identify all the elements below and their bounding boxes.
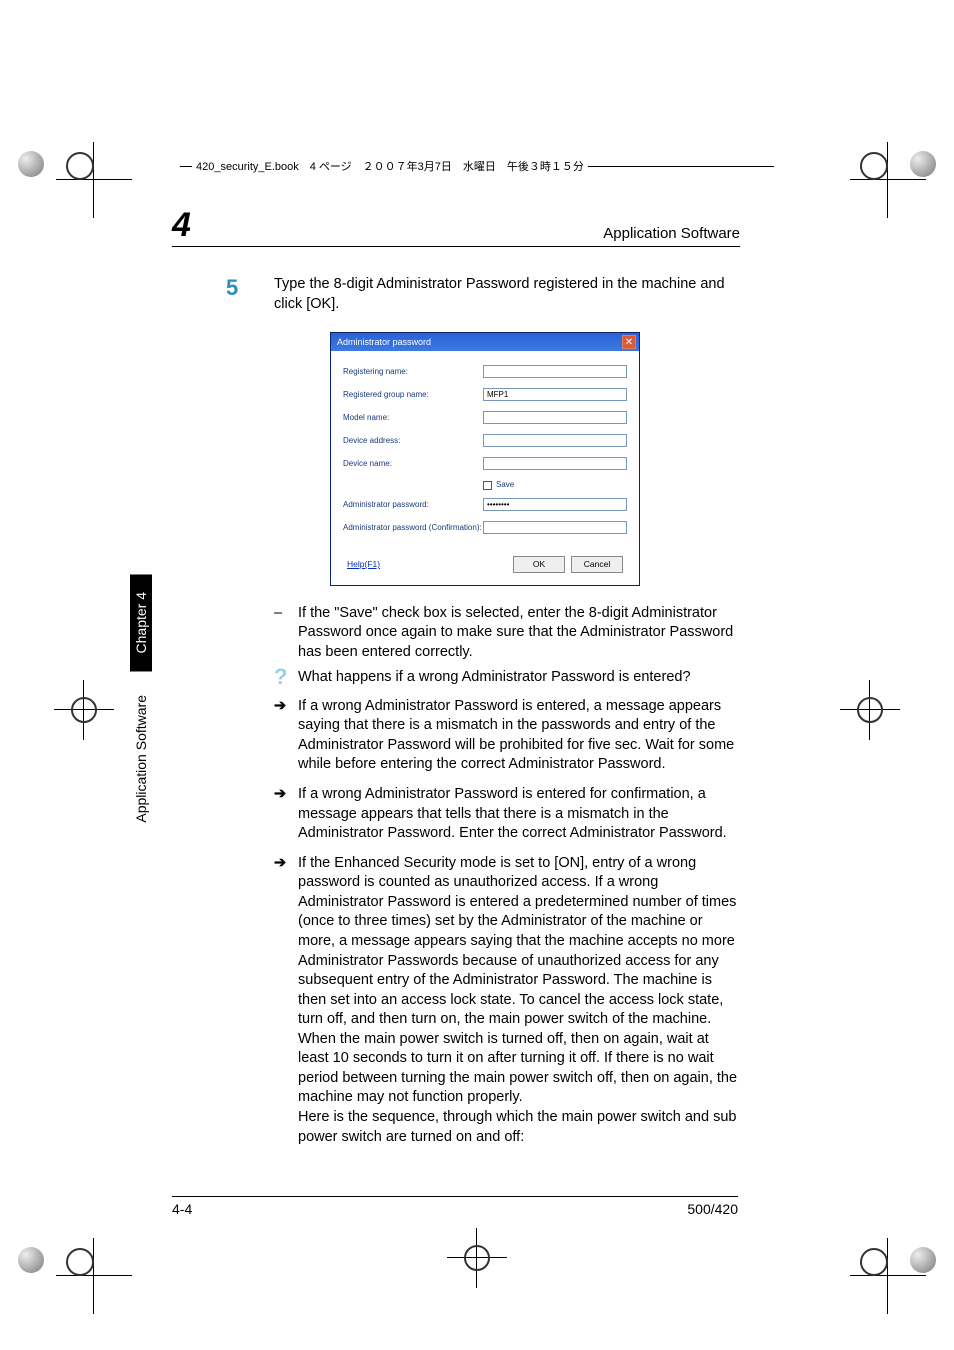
crop-mark-icon [62,1244,98,1280]
footer-model: 500/420 [687,1201,738,1217]
admin-pw-label: Administrator password: [343,500,483,509]
bullet-text: If the Enhanced Security mode is set to … [298,854,740,1147]
center-mark-icon [64,690,104,730]
registered-group-input[interactable]: MFP1 [483,388,627,401]
bullet-text: What happens if a wrong Administrator Pa… [298,668,691,691]
registered-group-label: Registered group name: [343,390,483,399]
device-address-label: Device address: [343,436,483,445]
registering-name-input[interactable] [483,365,627,378]
model-name-label: Model name: [343,413,483,422]
admin-pw-input[interactable]: •••••••• [483,498,627,511]
chapter-number: 4 [172,208,191,242]
help-link[interactable]: Help(F1) [347,559,380,569]
bullet-text: If a wrong Administrator Password is ent… [298,697,740,775]
device-name-input[interactable] [483,457,627,470]
cancel-button[interactable]: Cancel [571,556,623,573]
center-mark-icon [457,1238,497,1278]
device-name-label: Device name: [343,459,483,468]
question-icon: ? [274,668,298,691]
close-icon[interactable]: ✕ [622,335,636,349]
step-number: 5 [226,275,274,314]
arrow-icon: ➔ [274,697,298,775]
crop-mark-icon [856,148,892,184]
crop-mark-icon [62,148,98,184]
admin-pw-confirm-label: Administrator password (Confirmation): [343,523,483,532]
crop-mark-icon [856,1244,892,1280]
dialog-title: Administrator password [337,337,431,347]
side-tab-section: Application Software [130,677,152,841]
admin-pw-confirm-input[interactable] [483,521,627,534]
bullet-text: If the "Save" check box is selected, ent… [298,604,740,663]
side-tab-chapter: Chapter 4 [130,574,152,671]
step-text: Type the 8-digit Administrator Password … [274,275,740,314]
model-name-input[interactable] [483,411,627,424]
arrow-icon: ➔ [274,785,298,844]
admin-password-dialog: Administrator password ✕ Registering nam… [330,332,640,585]
file-header: 420_security_E.book 4 ページ ２００７年3月7日 水曜日 … [192,158,588,174]
device-address-input[interactable] [483,434,627,447]
center-mark-icon [850,690,890,730]
section-title: Application Software [603,225,740,242]
arrow-icon: ➔ [274,854,298,1147]
registering-name-label: Registering name: [343,367,483,376]
bullet-text: If a wrong Administrator Password is ent… [298,785,740,844]
ok-button[interactable]: OK [513,556,565,573]
save-checkbox[interactable] [483,481,492,490]
save-label: Save [496,480,514,489]
footer-page: 4-4 [172,1201,192,1217]
dash-icon: – [274,604,298,663]
